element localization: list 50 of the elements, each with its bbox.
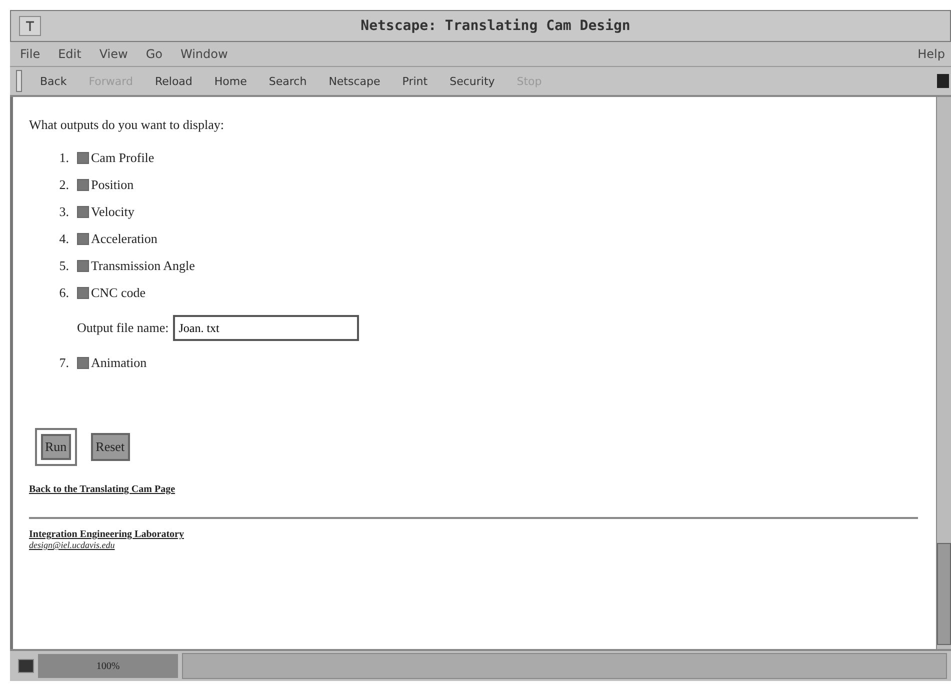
form-button[interactable]: Reset (90, 433, 130, 461)
checkbox[interactable] (77, 233, 89, 245)
checkbox-label: Transmission Angle (91, 258, 195, 274)
toolbar-button[interactable]: Security (446, 74, 499, 88)
list-number: 4. (58, 231, 69, 247)
checkbox[interactable] (77, 357, 89, 369)
window-menu-button[interactable] (19, 16, 41, 36)
question-text: What outputs do you want to display: (29, 117, 224, 133)
back-link[interactable]: Back to the Translating Cam Page (29, 484, 176, 495)
menu-item[interactable]: Edit (56, 46, 84, 62)
checkbox-label: Acceleration (91, 231, 158, 247)
list-number: 2. (58, 177, 69, 193)
menu-item[interactable]: Go (144, 46, 164, 62)
toolbar-button[interactable]: Home (210, 74, 251, 88)
checkbox[interactable] (77, 260, 89, 272)
menu-item[interactable]: View (97, 46, 130, 62)
checkbox-label: CNC code (91, 285, 146, 301)
window-title: Netscape: Translating Cam Design (360, 18, 632, 34)
checkbox[interactable] (77, 152, 89, 164)
window-menu-icon (24, 20, 36, 32)
toolbar-button[interactable]: Print (398, 74, 432, 88)
scrollbar[interactable] (936, 97, 951, 649)
field-label: Output file name: (77, 320, 169, 336)
checkbox-label: Velocity (91, 204, 134, 220)
checkbox[interactable] (77, 287, 89, 299)
checkbox-label: Cam Profile (91, 150, 154, 166)
menu-item[interactable]: File (18, 46, 42, 62)
email-link[interactable]: design@iel.ucdavis.edu (29, 540, 115, 550)
checkbox[interactable] (77, 206, 89, 218)
input-field[interactable]: Joan. txt (172, 315, 359, 341)
checkbox-label: Animation (91, 355, 147, 371)
list-number: 5. (58, 258, 69, 274)
toolbar-grip[interactable] (16, 70, 22, 92)
list-number: 6. (58, 285, 69, 301)
toolbar-button[interactable]: Back (36, 74, 71, 88)
checkbox-label: Position (91, 177, 134, 193)
form-button[interactable]: Run (35, 428, 77, 466)
toolbar-button[interactable]: Search (264, 74, 311, 88)
toolbar-button[interactable]: Reload (150, 74, 196, 88)
progress-indicator: 100% (38, 654, 178, 678)
list-number: 1. (58, 150, 69, 166)
menu-item[interactable]: Window (178, 46, 230, 62)
list-number: 7. (58, 355, 69, 371)
lab-link[interactable]: Integration Engineering Laboratory (29, 529, 184, 540)
toolbar-button[interactable]: Netscape (324, 74, 384, 88)
menu-item[interactable]: Help (916, 46, 947, 62)
list-number: 3. (58, 204, 69, 220)
checkbox[interactable] (77, 179, 89, 191)
browser-logo-icon (937, 74, 949, 88)
lock-icon[interactable] (18, 659, 34, 673)
